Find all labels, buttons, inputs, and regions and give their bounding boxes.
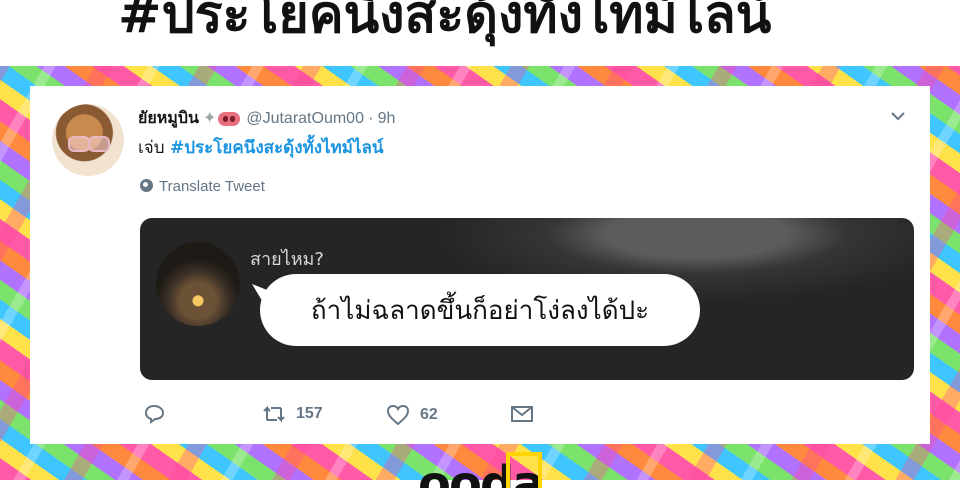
globe-icon bbox=[140, 179, 153, 192]
user-handle[interactable]: @JutaratOum00 bbox=[246, 110, 364, 127]
reply-button[interactable] bbox=[144, 404, 176, 424]
tweet-text-prefix: เจ่บ bbox=[138, 138, 165, 158]
brand-logo-box bbox=[506, 452, 542, 488]
headline-banner: #ประโยคนึงสะดุ้งทั้งไทม์ไลน์ bbox=[0, 0, 960, 66]
like-button[interactable]: 62 bbox=[386, 404, 438, 426]
heart-icon bbox=[386, 404, 410, 426]
direct-message-button[interactable] bbox=[510, 404, 534, 424]
separator-dot: · bbox=[367, 108, 374, 127]
media-asker-avatar bbox=[156, 242, 240, 326]
brand-logo: ooda bbox=[418, 448, 558, 488]
speech-bubble: ถ้าไม่ฉลาดขึ้นก็อย่าโง่ลงได้ปะ bbox=[260, 274, 700, 346]
reply-icon bbox=[144, 404, 165, 424]
avatar-goggle-left bbox=[68, 136, 90, 152]
sparkle-icon: ✦ bbox=[202, 110, 217, 127]
translate-tweet-link[interactable]: Translate Tweet bbox=[140, 178, 265, 195]
retweet-count: 157 bbox=[296, 405, 323, 422]
pig-nose-icon bbox=[218, 111, 241, 126]
media-asker-label: สายไหม? bbox=[250, 249, 324, 270]
headline-hashtag-text: #ประโยคนึงสะดุ้งทั้งไทม์ไลน์ bbox=[118, 0, 772, 45]
tweet-text: เจ่บ #ประโยคนึงสะดุ้งทั้งไทม์ไลน์ bbox=[138, 134, 384, 161]
avatar-goggle-right bbox=[88, 136, 110, 152]
retweet-icon bbox=[263, 405, 285, 423]
display-name[interactable]: ยัยหมูบิน bbox=[138, 108, 199, 127]
tweet-action-bar: 157 62 bbox=[144, 404, 644, 428]
chevron-down-icon[interactable] bbox=[890, 108, 906, 124]
translate-label: Translate Tweet bbox=[159, 178, 265, 195]
tweet-header: ยัยหมูบิน ✦ @JutaratOum00 · 9h bbox=[138, 106, 395, 131]
user-avatar[interactable] bbox=[52, 104, 124, 176]
tweet-time[interactable]: 9h bbox=[378, 110, 396, 127]
retweet-button[interactable]: 157 bbox=[262, 404, 323, 424]
speech-bubble-text: ถ้าไม่ฉลาดขึ้นก็อย่าโง่ลงได้ปะ bbox=[310, 295, 650, 326]
like-count: 62 bbox=[420, 406, 438, 423]
tweet-hashtag-link[interactable]: #ประโยคนึงสะดุ้งทั้งไทม์ไลน์ bbox=[170, 138, 384, 158]
envelope-icon bbox=[511, 406, 533, 422]
tweet-card[interactable]: ยัยหมูบิน ✦ @JutaratOum00 · 9h เจ่บ #ประโยคน… bbox=[30, 86, 930, 444]
tweet-media-image[interactable]: สายไหม? ถ้าไม่ฉลาดขึ้นก็อย่าโง่ลงได้ปะ bbox=[140, 218, 914, 380]
